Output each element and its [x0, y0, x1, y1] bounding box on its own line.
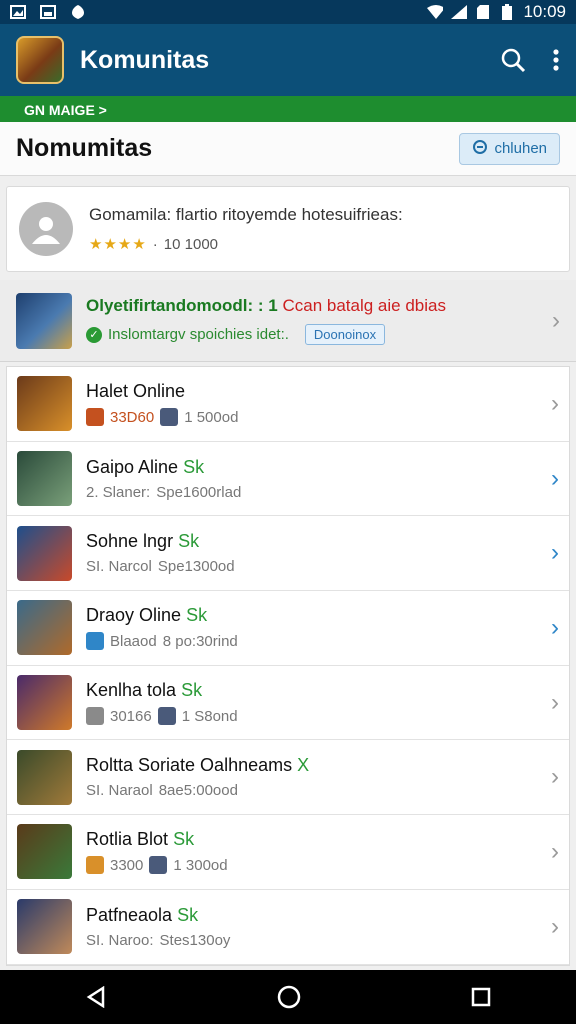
profile-count: 10 1000	[163, 235, 219, 253]
avatar	[19, 202, 73, 256]
game-meta: 33D60 1 500od	[86, 408, 551, 427]
game-meta: SI. Naraol 8ae5:00ood	[86, 782, 238, 800]
badge-icon	[86, 632, 104, 651]
list-item[interactable]: Draoy Oline Sk Blaaod 8 po:30rind ›	[7, 591, 569, 666]
avatar-mini-icon	[157, 707, 176, 726]
chevron-right-icon: ›	[552, 306, 560, 334]
game-meta: 30166 1 S8ond	[86, 707, 551, 726]
app-logo	[16, 36, 64, 84]
game-title: Sohne lngr Sk	[86, 531, 200, 552]
game-thumbnail	[17, 600, 72, 656]
recents-icon[interactable]	[471, 987, 491, 1007]
back-icon[interactable]	[85, 986, 107, 1008]
featured-thumbnail	[16, 292, 72, 349]
search-icon[interactable]	[500, 47, 526, 73]
list-item[interactable]: Kenlha tola Sk 30166 1 S8ond ›	[7, 666, 569, 741]
game-title: Halet Online	[86, 381, 186, 402]
game-thumbnail	[17, 899, 72, 955]
game-meta: Blaaod 8 po:30rind	[86, 632, 551, 651]
game-thumbnail	[17, 675, 72, 731]
gallery-icon	[40, 4, 56, 20]
list-item[interactable]: Halet Online 33D60 1 500od ›	[7, 367, 569, 442]
badge-icon	[86, 707, 104, 726]
join-button-label: chluhen	[494, 140, 547, 157]
chevron-right-icon: ›	[551, 837, 559, 865]
app-title: Komunitas	[80, 45, 210, 74]
image-icon	[10, 4, 26, 20]
featured-title: Olyetifirtandomoodl: : 1 Ccan batalg aie…	[86, 296, 446, 315]
chevron-right-icon: ›	[551, 539, 559, 567]
rating-stars: ★★★★	[89, 236, 147, 253]
home-icon[interactable]	[277, 985, 301, 1009]
more-vert-icon[interactable]	[552, 48, 560, 72]
chevron-right-icon: ›	[551, 688, 559, 716]
sd-icon	[475, 4, 491, 20]
featured-subtitle: Inslomtargv spoichies idet:.	[108, 326, 289, 343]
game-meta: 3300 1 300od	[86, 856, 551, 875]
game-title: Roltta Soriate Oalhneams X	[86, 755, 310, 776]
game-title: Draoy Oline Sk	[86, 605, 208, 626]
badge-icon	[86, 856, 104, 875]
chevron-right-icon: ›	[551, 912, 559, 940]
profile-card[interactable]: Gomamila: flartio ritoyemde hotesuifriea…	[6, 186, 570, 272]
profile-title: Gomamila: flartio ritoyemde hotesuifriea…	[89, 205, 403, 224]
featured-tag[interactable]: Doonoinox	[304, 324, 386, 345]
avatar-mini-icon	[160, 408, 179, 427]
shield-icon	[70, 4, 86, 20]
signal-icon	[451, 4, 468, 20]
system-nav-bar	[0, 970, 576, 1024]
chevron-right-icon: ›	[551, 389, 559, 417]
join-button[interactable]: chluhen	[459, 132, 560, 165]
chevron-right-icon: ›	[551, 613, 559, 641]
game-title: Patfneaola Sk	[86, 904, 199, 925]
app-bar: Komunitas	[0, 24, 576, 96]
game-thumbnail	[17, 749, 72, 805]
list-item[interactable]: Rotlia Blot Sk 3300 1 300od ›	[7, 815, 569, 890]
game-list: Halet Online 33D60 1 500od › Gaipo Aline…	[6, 366, 570, 966]
game-meta: SI. Narcol Spe1300od	[86, 558, 235, 576]
join-icon	[472, 139, 488, 159]
chevron-right-icon: ›	[551, 464, 559, 492]
badge-icon	[86, 408, 104, 427]
game-title: Gaipo Aline Sk	[86, 456, 205, 477]
list-item[interactable]: Gaipo Aline Sk 2. Slaner: Spe1600rlad ›	[7, 442, 569, 517]
featured-item[interactable]: Olyetifirtandomoodl: : 1 Ccan batalg aie…	[0, 280, 576, 362]
list-item[interactable]: Roltta Soriate Oalhneams X SI. Naraol 8a…	[7, 740, 569, 816]
status-bar: 10:09	[0, 0, 576, 24]
section-title: Nomumitas	[16, 134, 153, 162]
section-header: Nomumitas chluhen	[0, 122, 576, 176]
game-thumbnail	[17, 824, 72, 880]
check-icon: ✓	[86, 326, 102, 343]
game-thumbnail	[17, 451, 72, 507]
chevron-right-icon: ›	[551, 763, 559, 791]
list-item[interactable]: Sohne lngr Sk SI. Narcol Spe1300od ›	[7, 516, 569, 592]
game-title: Rotlia Blot Sk	[86, 829, 195, 850]
game-thumbnail	[17, 525, 72, 581]
battery-icon	[499, 4, 515, 20]
wifi-icon	[427, 4, 444, 20]
avatar-mini-icon	[149, 856, 168, 875]
list-item[interactable]: Patfneaola Sk SI. Naroo: Stes130oy ›	[7, 890, 569, 965]
game-title: Kenlha tola Sk	[86, 680, 203, 701]
status-time: 10:09	[523, 2, 566, 21]
game-meta: SI. Naroo: Stes130oy	[86, 931, 231, 949]
game-meta: 2. Slaner: Spe1600rlad	[86, 483, 242, 501]
breadcrumb-bar[interactable]: GN MAIGE >	[0, 96, 576, 122]
game-thumbnail	[17, 376, 72, 432]
